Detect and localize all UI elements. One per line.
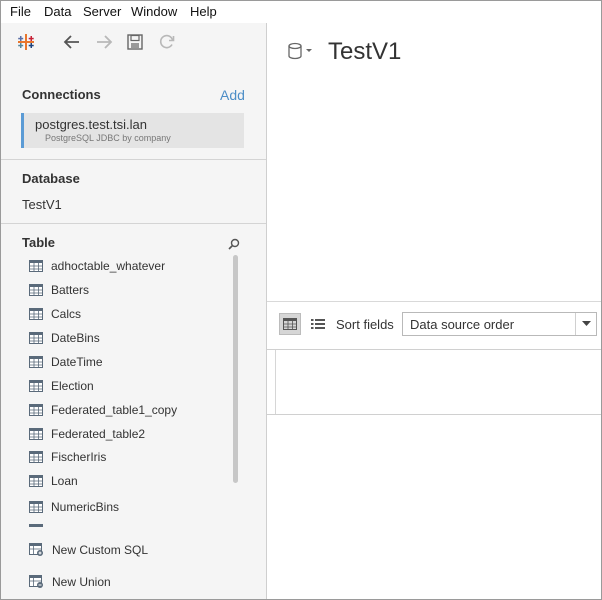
menu-window[interactable]: Window	[131, 4, 177, 19]
table-item[interactable]: FischerIris	[29, 448, 106, 466]
connection-driver: PostgreSQL JDBC by company	[45, 133, 171, 143]
sort-fields-label: Sort fields	[336, 317, 394, 332]
tableau-logo-icon[interactable]	[15, 31, 37, 53]
data-source-sidebar: Connections Add postgres.test.tsi.lan Po…	[1, 23, 267, 599]
grid-view-icon	[283, 318, 297, 330]
table-item[interactable]: Election	[29, 377, 94, 395]
table-icon	[29, 332, 43, 344]
table-icon	[29, 501, 43, 513]
forward-arrow-icon[interactable]	[93, 31, 115, 53]
table-heading: Table	[22, 235, 55, 250]
table-name: DateBins	[51, 331, 100, 345]
table-name: Federated_table1_copy	[51, 403, 178, 417]
database-heading: Database	[22, 171, 80, 186]
menu-bar: File Data Server Window Help	[1, 1, 601, 23]
menu-server[interactable]: Server	[83, 4, 121, 19]
refresh-icon[interactable]	[156, 31, 178, 53]
table-icon	[29, 380, 43, 392]
database-selector[interactable]: TestV1	[22, 197, 62, 212]
table-item[interactable]: Batters	[29, 281, 89, 299]
table-item[interactable]: Loan	[29, 472, 78, 490]
sidebar-toolbar	[1, 23, 266, 63]
menu-help[interactable]: Help	[190, 4, 217, 19]
table-icon	[29, 260, 43, 272]
table-icon	[29, 475, 43, 487]
datasource-title[interactable]: TestV1	[328, 38, 401, 66]
chevron-down-icon[interactable]	[575, 313, 596, 335]
sort-fields-value: Data source order	[410, 317, 515, 332]
table-name: FischerIris	[51, 450, 107, 464]
table-icon	[29, 451, 43, 463]
table-icon	[29, 308, 43, 320]
section-divider	[1, 223, 266, 224]
table-name: Election	[51, 379, 94, 393]
table-icon	[29, 524, 43, 527]
table-name: Calcs	[51, 307, 82, 321]
new-union-label: New Union	[52, 575, 111, 589]
table-item[interactable]: Federated_table1_copy	[29, 401, 177, 419]
table-item[interactable]: adhoctable_whatever	[29, 257, 165, 275]
fields-toolbar: Sort fields Data source order	[267, 301, 601, 350]
add-connection-link[interactable]: Add	[220, 87, 245, 103]
table-icon	[29, 428, 43, 440]
table-name: DateTime	[51, 355, 103, 369]
table-item[interactable]: Calcs	[29, 305, 81, 323]
table-name: NumericBins	[51, 500, 120, 514]
grid-view-button[interactable]	[279, 313, 301, 335]
table-icon	[29, 404, 43, 416]
connections-heading: Connections	[22, 87, 101, 102]
table-item-partial[interactable]	[29, 521, 51, 527]
table-item[interactable]: DateBins	[29, 329, 100, 347]
table-icon	[29, 284, 43, 296]
menu-data[interactable]: Data	[44, 4, 71, 19]
search-icon[interactable]	[228, 237, 240, 255]
section-divider	[1, 159, 266, 160]
list-view-button[interactable]	[307, 313, 329, 335]
new-custom-sql-label: New Custom SQL	[52, 543, 149, 557]
back-arrow-icon[interactable]	[61, 31, 83, 53]
datasource-cylinder-icon[interactable]	[287, 42, 313, 65]
table-item[interactable]: Federated_table2	[29, 425, 145, 443]
connection-name: postgres.test.tsi.lan	[35, 117, 147, 132]
table-name: Loan	[51, 474, 78, 488]
union-icon	[29, 575, 43, 588]
table-name: adhoctable_whatever	[51, 259, 166, 273]
table-icon	[29, 356, 43, 368]
new-union-button[interactable]: New Union	[29, 573, 111, 591]
grid-column-divider	[275, 350, 276, 414]
save-icon[interactable]	[124, 31, 146, 53]
table-list: adhoctable_whatever Batters Calcs DateBi…	[1, 255, 233, 527]
new-custom-sql-button[interactable]: New Custom SQL	[29, 541, 148, 559]
sort-fields-dropdown[interactable]: Data source order	[402, 312, 597, 336]
table-item[interactable]: DateTime	[29, 353, 103, 371]
main-canvas: TestV1 Sort fields Data source order	[267, 23, 601, 599]
table-name: Batters	[51, 283, 90, 297]
custom-sql-icon	[29, 543, 43, 556]
table-item[interactable]: NumericBins	[29, 498, 119, 516]
table-list-scrollbar[interactable]	[233, 255, 238, 483]
app-window: File Data Server Window Help Connections…	[0, 0, 602, 600]
data-grid	[267, 349, 601, 415]
menu-file[interactable]: File	[10, 4, 31, 19]
table-name: Federated_table2	[51, 427, 146, 441]
list-view-icon	[311, 319, 325, 329]
connection-item[interactable]: postgres.test.tsi.lan PostgreSQL JDBC by…	[21, 113, 244, 148]
